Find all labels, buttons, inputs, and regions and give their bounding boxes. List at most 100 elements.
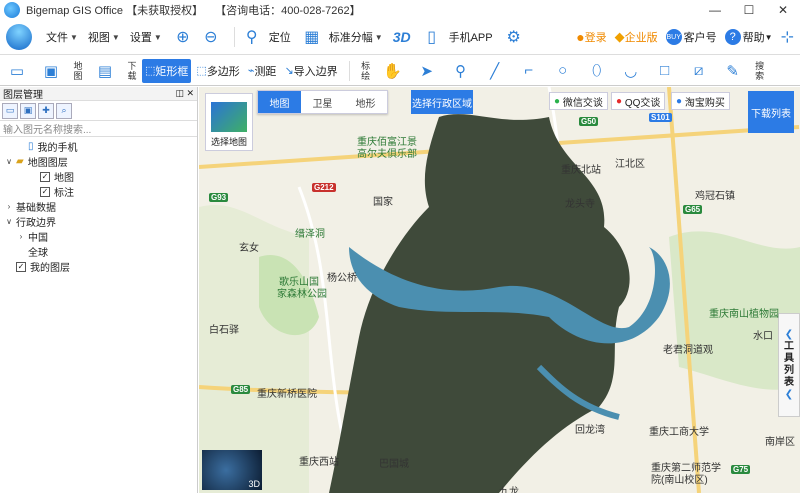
layer-search-input[interactable]: 输入图元名称搜索... — [0, 121, 197, 137]
add-layer-icon[interactable]: ✚ — [38, 102, 54, 119]
ellipse-icon[interactable]: ⬯ — [586, 60, 608, 82]
map-label: 玄女 — [239, 243, 259, 254]
three-d-button[interactable]: 3D — [393, 29, 411, 45]
map-label: 老君洞道观 — [663, 345, 713, 356]
checkbox[interactable]: ✓ — [16, 261, 26, 272]
layer-tree-item[interactable]: › 中国 — [0, 229, 197, 244]
polyline-icon[interactable]: ⌐ — [518, 60, 540, 82]
tab-satellite[interactable]: 卫星 — [301, 91, 344, 113]
diamond-icon: ◆ — [614, 29, 625, 44]
layer-tree-item[interactable]: ∨ ▰ 地图图层 — [0, 154, 197, 169]
help-label: 帮助 — [742, 32, 765, 44]
measure-label: 测距 — [254, 65, 277, 78]
chevron-right-icon[interactable]: › — [16, 232, 26, 241]
layer-tree-item[interactable]: ✓ 地图 — [0, 169, 197, 184]
pointer-icon[interactable]: ➤ — [416, 60, 438, 82]
measure-button[interactable]: ⌁ 测距 — [245, 59, 280, 83]
taobao-icon: ● — [676, 95, 683, 107]
map-view[interactable]: 选择地图 地图 卫星 地形 选择行政区域 ● 微信交谈 ● QQ交谈 ● 淘宝购… — [199, 87, 800, 493]
import-border-button[interactable]: ↘ 导入边界 — [281, 59, 340, 83]
qq-chat-button[interactable]: ● QQ交谈 — [611, 92, 666, 110]
layer-tree-item[interactable]: ∨ 行政边界 — [0, 214, 197, 229]
account-button[interactable]: BUY 客户号 — [665, 29, 717, 45]
zoom-out-icon[interactable]: ⊖ — [200, 26, 222, 48]
map-type-tabs: 地图 卫星 地形 — [257, 90, 388, 114]
consult-phone: 【咨询电话：400-028-7262】 — [215, 5, 361, 17]
arc-icon[interactable]: ◡ — [620, 60, 642, 82]
chevron-down-icon: ▼ — [70, 32, 78, 42]
divider — [233, 27, 235, 47]
close-button[interactable]: ✕ — [766, 0, 800, 20]
rect-select-button[interactable]: ⬚ 矩形框 — [142, 58, 192, 83]
download-group-label: 下载 — [127, 60, 137, 81]
zoom-in-icon[interactable]: ⊕ — [172, 26, 194, 48]
taobao-label: 淘宝购买 — [684, 97, 725, 109]
qq-icon: ● — [616, 95, 623, 107]
mobile-app-button[interactable]: ▯ 手机APP — [421, 26, 492, 48]
layer-tree-item[interactable]: ✓ 标注 — [0, 184, 197, 199]
tab-map[interactable]: 地图 — [258, 91, 301, 113]
open-folder-icon[interactable]: ▭ — [2, 102, 18, 119]
window-controls: — ☐ ✕ — [698, 0, 800, 20]
select-region-button[interactable]: 选择行政区域 — [411, 90, 473, 114]
app-menu-icon[interactable] — [6, 24, 32, 50]
minimap-3d[interactable]: 3D — [202, 450, 262, 490]
gear-icon[interactable]: ⚙ — [503, 26, 525, 48]
rect-select-label: 矩形框 — [155, 65, 189, 78]
polygon-label: 多边形 — [206, 65, 240, 78]
tool-list-panel[interactable]: ❮ 工 具 列 表 ❮ — [778, 313, 800, 417]
navigate-icon[interactable]: ⊹ — [781, 27, 794, 47]
line-icon[interactable]: ╱ — [484, 60, 506, 82]
map-group-label: 地图 — [73, 60, 83, 81]
chevron-down-icon[interactable]: ∨ — [4, 217, 14, 226]
panel-title: 图层管理 — [3, 90, 43, 101]
rectangle-draw-icon[interactable]: □ — [654, 60, 676, 82]
minimize-button[interactable]: — — [698, 0, 732, 20]
select-map-button[interactable]: 选择地图 — [205, 93, 253, 151]
panel-window-icons[interactable]: ◫ ✕ — [175, 88, 194, 99]
chevron-down-icon[interactable]: ∨ — [4, 157, 14, 166]
tool-list-char-1: 具 — [784, 353, 794, 364]
enterprise-button[interactable]: ◆ 企业版 — [615, 29, 658, 45]
menu-file[interactable]: 文件 ▼ — [46, 29, 78, 45]
locate-label: 定位 — [268, 32, 291, 44]
help-button[interactable]: ? 帮助 ▼ — [724, 29, 773, 45]
login-button[interactable]: ● 登录 — [576, 29, 606, 45]
menu-settings[interactable]: 设置 ▼ — [130, 29, 162, 45]
layer-tree-item[interactable]: ✓ 我的图层 — [0, 259, 197, 274]
search-icon[interactable]: ⌕ — [56, 102, 72, 119]
map-label: 院(南山校区) — [651, 475, 708, 486]
menu-view[interactable]: 视图 ▼ — [88, 29, 120, 45]
map-layers-icon[interactable]: ▤ — [94, 60, 116, 82]
map-label: 高尔夫俱乐部 — [357, 149, 417, 160]
layer-tree-item[interactable]: 全球 — [0, 244, 197, 259]
phone-icon: ▯ — [427, 29, 436, 46]
layer-tree-item[interactable]: ▯ 我的手机 — [0, 139, 197, 154]
layer-tree-item[interactable]: › 基础数据 — [0, 199, 197, 214]
download-list-button[interactable]: 下载列表 — [748, 91, 794, 133]
edit-icon[interactable]: ✎ — [722, 60, 744, 82]
standard-grid-button[interactable]: ▦ 标准分幅 ▼ — [301, 26, 382, 48]
tab-terrain[interactable]: 地形 — [344, 91, 387, 113]
checkbox[interactable]: ✓ — [40, 186, 50, 197]
hand-icon[interactable]: ✋ — [382, 60, 404, 82]
polygon-select-button[interactable]: ⬚ 多边形 — [193, 59, 242, 83]
chevron-right-icon[interactable]: › — [4, 202, 14, 211]
circle-icon[interactable]: ○ — [552, 60, 574, 82]
open-folder-icon[interactable]: ▭ — [6, 60, 28, 82]
layer-tree-label: 地图 — [54, 173, 74, 184]
wechat-chat-button[interactable]: ● 微信交谈 — [549, 92, 608, 110]
wechat-icon: ● — [554, 95, 561, 107]
save-icon[interactable]: ▣ — [20, 102, 36, 119]
maximize-button[interactable]: ☐ — [732, 0, 766, 20]
map-label: 九龙 — [499, 487, 519, 493]
checkbox[interactable]: ✓ — [40, 171, 50, 182]
layer-tree-label: 基础数据 — [16, 203, 56, 214]
marker-icon[interactable]: ⚲ — [450, 60, 472, 82]
taobao-buy-button[interactable]: ● 淘宝购买 — [671, 92, 730, 110]
locate-button[interactable]: ⚲ 定位 — [241, 26, 291, 48]
location-pin-icon: ⚲ — [245, 29, 258, 46]
save-icon[interactable]: ▣ — [40, 60, 62, 82]
ruler-draw-icon[interactable]: ⧄ — [688, 60, 710, 82]
layer-panel: 图层管理 ◫ ✕ ▭ ▣ ✚ ⌕ 输入图元名称搜索... ▯ 我的手机 ∨ ▰ 地图图层… — [0, 87, 198, 493]
